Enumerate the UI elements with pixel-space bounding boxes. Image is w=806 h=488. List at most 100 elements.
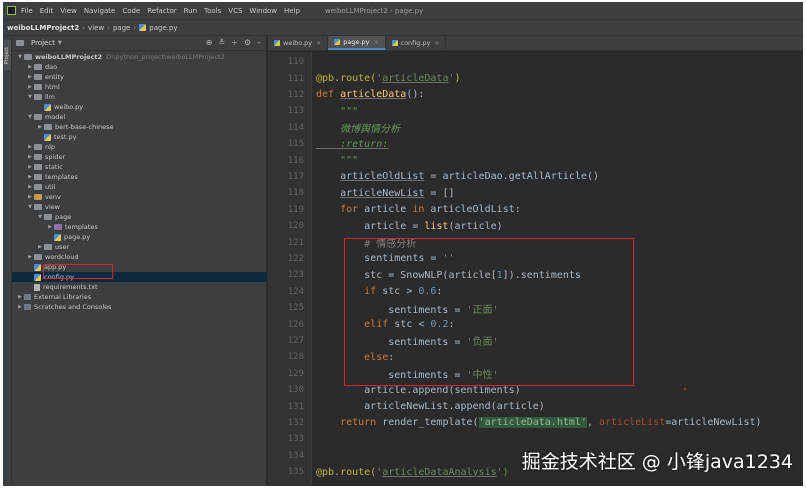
tree-item[interactable]: ▶ templates — [12, 222, 267, 232]
menu-run[interactable]: Run — [184, 7, 197, 15]
tree-item[interactable]: ▼ model — [12, 112, 267, 122]
tree-item[interactable]: config.py — [12, 272, 267, 282]
chevron-right-icon[interactable]: ▶ — [36, 124, 44, 130]
gear-icon[interactable]: ⚙ — [244, 38, 251, 47]
close-icon[interactable]: × — [316, 40, 321, 47]
menu-refactor[interactable]: Refactor — [147, 7, 176, 15]
tree-item[interactable]: ▶ Scratches and Consoles — [12, 302, 267, 312]
python-file-icon — [391, 40, 398, 46]
tree-item[interactable]: requirements.txt — [12, 282, 267, 292]
tree-item[interactable]: page.py — [12, 232, 267, 242]
chevron-right-icon[interactable]: ▶ — [26, 144, 34, 150]
locate-icon[interactable]: ⊕ — [206, 38, 213, 47]
tree-item[interactable]: app.py — [12, 262, 267, 272]
close-icon[interactable]: × — [434, 40, 439, 47]
breadcrumb-view[interactable]: view — [88, 24, 104, 32]
chevron-right-icon[interactable]: ▶ — [16, 294, 24, 300]
hide-icon[interactable]: – — [257, 38, 261, 47]
tree-item-label: view — [45, 203, 60, 211]
code-token: sentiments = — [316, 370, 467, 382]
tree-item[interactable]: ▶ External Libraries — [12, 292, 267, 302]
menu-tools[interactable]: Tools — [204, 7, 221, 15]
chevron-down-icon[interactable]: ▼ — [26, 204, 34, 210]
breadcrumb-project[interactable]: weiboLLMProject2 — [7, 24, 79, 32]
tree-item[interactable]: ▶ wordcloud — [12, 252, 267, 262]
chevron-right-icon[interactable]: ▶ — [26, 74, 34, 80]
chevron-down-icon[interactable]: ▼ — [16, 54, 24, 60]
code-line: 119 for article in articleOldList: — [268, 202, 803, 218]
code-token: '中性' — [466, 370, 499, 382]
menu-vcs[interactable]: VCS — [228, 7, 242, 15]
python-file-icon — [139, 24, 147, 31]
tree-item[interactable]: ▶ dao — [12, 62, 267, 72]
tree-item[interactable]: ▶ entity — [12, 72, 267, 82]
menu-code[interactable]: Code — [122, 7, 140, 15]
tree-item[interactable]: ▶ nlp — [12, 142, 267, 152]
chevron-right-icon[interactable]: ▶ — [26, 174, 34, 180]
chevron-right-icon[interactable]: ▶ — [26, 164, 34, 170]
menu-navigate[interactable]: Navigate — [84, 7, 115, 15]
panel-toolbar: ⊕ ≚ ÷ ⚙ – — [206, 38, 261, 47]
code-text: :return: — [316, 139, 388, 150]
chevron-down-icon[interactable]: ▼ — [36, 214, 44, 220]
chevron-right-icon[interactable]: ▶ — [26, 184, 34, 190]
chevron-down-icon[interactable]: ▼ — [26, 94, 34, 100]
tree-item[interactable]: ▶ util — [12, 182, 267, 192]
collapse-all-icon[interactable]: ÷ — [231, 38, 238, 47]
menu-edit[interactable]: Edit — [40, 7, 54, 15]
tool-window-strip: Project — [3, 36, 12, 486]
menu-window[interactable]: Window — [249, 7, 277, 15]
code-token: elif — [316, 319, 395, 331]
breadcrumb-page[interactable]: page — [113, 24, 130, 32]
line-number: 134 — [287, 450, 304, 461]
project-tool-button[interactable]: Project — [4, 40, 11, 70]
chevron-right-icon[interactable]: ▶ — [26, 154, 34, 160]
tree-item[interactable]: ▶ venv — [12, 192, 267, 202]
code-token: article = — [316, 220, 425, 232]
code-text: sentiments = '中性' — [316, 366, 499, 382]
chevron-right-icon[interactable]: ▶ — [26, 194, 34, 200]
code-token: articleDataAnalysis — [382, 466, 497, 478]
tab-config-py[interactable]: config.py × — [386, 36, 447, 50]
chevron-right-icon[interactable]: ▶ — [16, 304, 24, 310]
tree-item[interactable]: ▼ page — [12, 212, 267, 222]
tree-item[interactable]: ▶ bert-base-chinese — [12, 122, 267, 132]
tree-item[interactable]: ▶ static — [12, 162, 267, 172]
tree-item[interactable]: ▼ llm — [12, 92, 267, 102]
menu-view[interactable]: View — [60, 7, 77, 15]
tree-item[interactable]: ▶ user — [12, 242, 267, 252]
tab-weibo-py[interactable]: weibo.py × — [268, 36, 329, 50]
tree-item[interactable]: test.py — [12, 132, 267, 142]
menu-file[interactable]: File — [21, 7, 33, 15]
chevron-right-icon[interactable]: ▶ — [26, 64, 34, 70]
tree-item[interactable]: ▶ spider — [12, 152, 267, 162]
tree-item[interactable]: ▶ templates — [12, 172, 267, 182]
folder-icon — [54, 224, 62, 230]
menu-help[interactable]: Help — [284, 7, 300, 15]
chevron-right-icon[interactable]: ▶ — [26, 84, 34, 90]
expand-all-icon[interactable]: ≚ — [218, 38, 225, 47]
tab-page-py[interactable]: page.py × — [328, 36, 386, 50]
folder-icon — [44, 124, 52, 130]
tree-item[interactable]: ▶ html — [12, 82, 267, 92]
chevron-right-icon[interactable]: ▶ — [46, 224, 54, 230]
python-file-icon — [34, 273, 41, 281]
chevron-right-icon[interactable]: ▶ — [36, 244, 44, 250]
code-token: '' — [442, 253, 455, 265]
tree-item[interactable]: ▼ view — [12, 202, 267, 212]
chevron-right-icon[interactable]: ▶ — [26, 254, 34, 260]
close-icon[interactable]: × — [373, 39, 378, 46]
chevron-down-icon[interactable]: ▼ — [58, 40, 62, 46]
tree-item-label: test.py — [54, 133, 77, 141]
tree-item[interactable]: ▼ weiboLLMProject2 D:\python_project\weibo… — [12, 52, 267, 62]
code-editor[interactable]: 110 111 @pb.route('articleData') 112 def art… — [268, 52, 803, 486]
code-line: 132 return render_template('articleData.… — [268, 415, 803, 431]
code-token: sentiments = — [316, 337, 467, 349]
breadcrumb-file[interactable]: page.py — [149, 24, 177, 32]
chevron-down-icon[interactable]: ▼ — [26, 114, 34, 120]
code-token: =articleNewList) — [665, 417, 762, 429]
project-view-selector[interactable]: Project — [31, 39, 55, 47]
line-number: 118 — [287, 188, 304, 199]
tree-item[interactable]: weibo.py — [12, 102, 267, 112]
python-file-icon — [44, 103, 51, 111]
